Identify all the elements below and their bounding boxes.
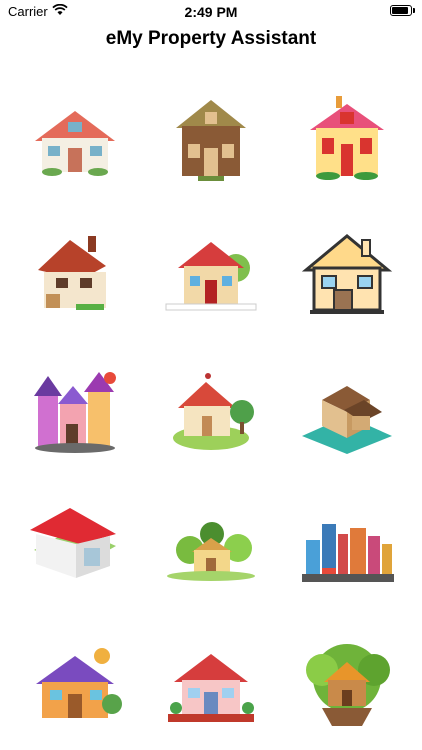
- isometric-house-icon[interactable]: [292, 356, 402, 466]
- battery-icon: [390, 5, 415, 16]
- village-house-icon[interactable]: [156, 490, 266, 600]
- yellow-house-icon[interactable]: [292, 86, 402, 196]
- cottage-white-icon[interactable]: [20, 86, 130, 196]
- page-title: eMy Property Assistant: [105, 28, 317, 49]
- white-house-red-roof-icon[interactable]: [20, 490, 130, 600]
- status-bar: Carrier 2:49 PM: [0, 0, 422, 24]
- purple-roof-house-icon[interactable]: [20, 630, 130, 740]
- island-house-icon[interactable]: [156, 356, 266, 466]
- clock: 2:49 PM: [184, 4, 238, 20]
- city-skyline-icon[interactable]: [292, 490, 402, 600]
- outline-house-icon[interactable]: [292, 220, 402, 330]
- log-cabin-icon[interactable]: [156, 86, 266, 196]
- brick-cottage-icon[interactable]: [20, 220, 130, 330]
- fairytale-castle-icon[interactable]: [20, 356, 130, 466]
- picket-fence-house-icon[interactable]: [156, 220, 266, 330]
- pink-house-fence-icon[interactable]: [156, 630, 266, 740]
- treehouse-icon[interactable]: [292, 630, 402, 740]
